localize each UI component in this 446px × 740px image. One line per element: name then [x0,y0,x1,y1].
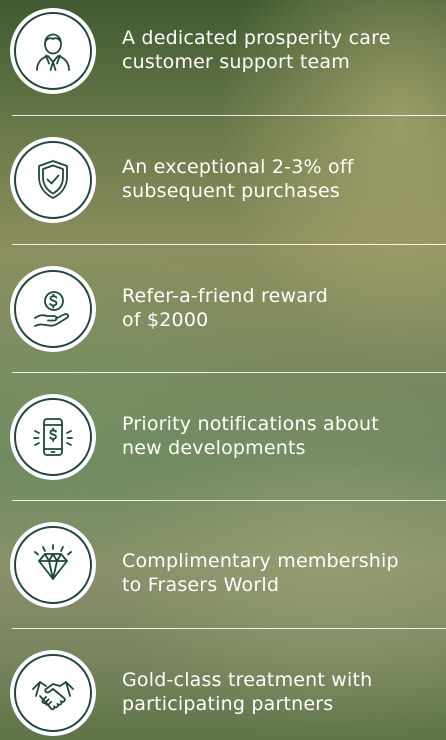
phone-notification-icon [10,394,96,480]
benefit-item-notifications: Priority notifications about new develop… [0,390,446,486]
benefit-text: Gold-class treatment with participating … [122,669,373,715]
divider [12,372,446,373]
benefit-text: Priority notifications about new develop… [122,413,379,459]
diamond-icon [10,522,96,608]
benefit-item-partners: Gold-class treatment with participating … [0,646,446,740]
benefit-text: A dedicated prosperity care customer sup… [122,27,391,73]
divider [12,628,446,629]
benefit-item-referral: Refer-a-friend reward of $2000 [0,262,446,358]
handshake-icon [10,650,96,736]
benefits-list: A dedicated prosperity care customer sup… [0,0,446,740]
divider [12,500,446,501]
benefit-text: Complimentary membership to Frasers Worl… [122,550,399,596]
divider [12,115,446,116]
shield-check-icon [10,137,96,223]
benefit-text: An exceptional 2-3% off subsequent purch… [122,156,354,202]
benefit-item-support: A dedicated prosperity care customer sup… [0,4,446,100]
divider [12,244,446,245]
benefit-item-discount: An exceptional 2-3% off subsequent purch… [0,133,446,229]
hand-coin-icon [10,266,96,352]
benefit-item-membership: Complimentary membership to Frasers Worl… [0,518,446,614]
support-agent-icon [10,8,96,94]
benefit-text: Refer-a-friend reward of $2000 [122,285,328,331]
